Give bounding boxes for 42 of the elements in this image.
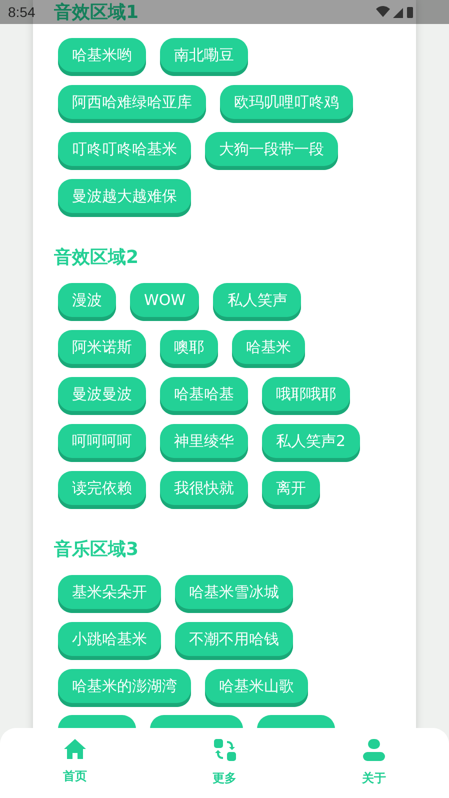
sound-button[interactable]: 阿米诺斯 [58,330,146,368]
status-icons [376,5,416,19]
sound-button[interactable] [58,715,136,729]
section-title: 音乐区域3 [54,538,140,562]
swap-grid-icon[interactable] [212,738,236,762]
sound-button[interactable]: 私人笑声2 [262,424,360,462]
section-title: 音效区域1 [54,2,140,25]
nav-label[interactable]: 首页 [63,768,87,785]
sound-button[interactable]: 私人笑声 [213,283,302,321]
sound-button[interactable]: 哈基米山歌 [205,669,308,707]
sound-button[interactable]: 小跳哈基米 [58,622,161,660]
sound-button[interactable]: 南北嘞豆 [160,38,248,76]
sound-button[interactable]: 曼波曼波 [58,377,146,415]
sound-button[interactable]: 哈基米雪冰城 [175,575,293,613]
sound-button[interactable]: 哦耶哦耶 [262,377,350,415]
nav-label[interactable]: 关于 [362,770,386,787]
sound-button[interactable]: WOW [130,283,200,321]
sound-button[interactable] [257,715,335,729]
sound-button[interactable]: 哈基米 [232,330,305,368]
sound-button[interactable]: 呵呵呵呵 [58,424,146,462]
section-title: 音效区域2 [54,246,140,270]
sound-button[interactable]: 大狗一段带一段 [205,132,338,170]
sound-button[interactable]: 欧玛叽哩叮咚鸡 [220,85,353,123]
sound-button[interactable]: 哈基米哟 [58,38,146,76]
sound-button[interactable]: 基米朵朵开 [58,575,161,613]
sound-button[interactable]: 神里绫华 [160,424,248,462]
sound-button[interactable]: 阿西哈难绿哈亚库 [58,85,206,123]
sound-button[interactable] [150,715,243,729]
user-icon[interactable] [362,738,386,762]
sound-button[interactable]: 我很快就 [160,471,248,509]
sound-button[interactable]: 离开 [262,471,320,509]
status-time: 8:54 [8,4,36,20]
sound-button[interactable]: 噢耶 [160,330,218,368]
nav-label[interactable]: 更多 [212,770,236,787]
sound-button[interactable]: 哈基哈基 [160,377,248,415]
sound-button[interactable]: 漫波 [58,283,116,321]
sound-button[interactable]: 叮咚叮咚哈基米 [58,132,191,170]
sound-button[interactable]: 哈基米的澎湖湾 [58,669,191,707]
sound-button[interactable]: 曼波越大越难保 [58,179,191,217]
home-icon[interactable] [63,738,87,760]
sound-button[interactable]: 不潮不用哈钱 [175,622,293,660]
sound-button[interactable]: 读完依赖 [58,471,146,509]
